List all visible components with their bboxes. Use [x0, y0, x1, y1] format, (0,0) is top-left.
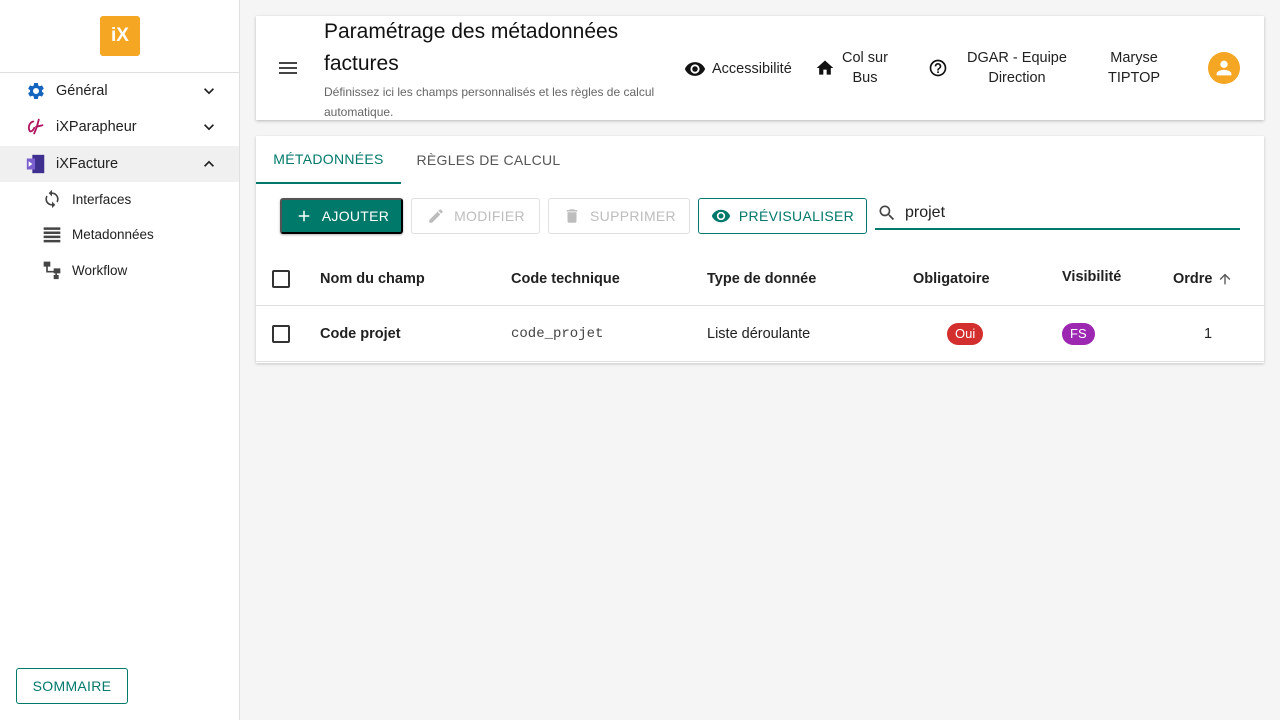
metadata-panel: MÉTADONNÉES RÈGLES DE CALCUL AJOUTER MOD…	[256, 136, 1264, 363]
accessibility-label: Accessibilité	[712, 61, 792, 77]
delete-button[interactable]: SUPPRIMER	[548, 198, 690, 234]
sync-icon	[40, 187, 64, 211]
help-icon	[927, 57, 949, 79]
trash-icon	[562, 206, 582, 226]
list-icon	[40, 222, 64, 246]
chevron-down-icon	[204, 88, 214, 95]
column-header-order[interactable]: Ordre	[1173, 252, 1233, 305]
logo-text: iX	[111, 25, 129, 46]
help-label: DGAR - Equipe Direction	[967, 48, 1067, 88]
cell-type: Liste déroulante	[707, 325, 811, 342]
sidebar-subitem-metadonnees[interactable]: Metadonnées	[0, 217, 239, 251]
column-header-visibility[interactable]: Visibilité	[1062, 250, 1121, 303]
plus-icon	[294, 206, 314, 226]
sidebar: iX Général iXParapheur iXFacture Interfa…	[0, 0, 240, 720]
tab-regles-de-calcul[interactable]: RÈGLES DE CALCUL	[401, 136, 576, 184]
column-header-code[interactable]: Code technique	[511, 252, 620, 305]
delete-button-label: SUPPRIMER	[590, 208, 676, 224]
sidebar-item-ixparapheur[interactable]: iXParapheur	[0, 109, 239, 145]
arrow-up-icon	[1219, 273, 1230, 284]
help-label-line2: Direction	[988, 70, 1046, 86]
edit-button[interactable]: MODIFIER	[411, 198, 540, 234]
sidebar-item-label: iXFacture	[56, 156, 119, 172]
select-all-checkbox[interactable]	[272, 269, 290, 288]
table-row[interactable]: Code projet code_projet Liste déroulante…	[256, 306, 1264, 362]
row-select-cell	[272, 306, 290, 361]
page-title: Paramétrage des métadonnées factures	[324, 20, 619, 75]
search-icon	[879, 205, 895, 221]
sidebar-subitem-label: Workflow	[72, 262, 128, 278]
required-badge: Oui	[947, 322, 984, 345]
gear-icon	[24, 79, 48, 103]
sidebar-item-label: Général	[56, 83, 108, 99]
menu-icon[interactable]	[276, 56, 300, 80]
cell-code: code_projet	[511, 325, 604, 342]
chevron-up-icon	[204, 160, 214, 167]
home-button[interactable]: Col sur Bus	[814, 48, 888, 88]
sidebar-item-general[interactable]: Général	[0, 73, 239, 109]
sommaire-button[interactable]: SOMMAIRE	[16, 668, 128, 704]
workflow-icon	[40, 258, 64, 282]
sidebar-item-ixfacture[interactable]: iXFacture	[0, 146, 239, 182]
cell-visibility: FS	[1062, 306, 1095, 361]
column-header-required[interactable]: Obligatoire	[913, 252, 990, 305]
preview-button-label: PRÉVISUALISER	[738, 208, 855, 224]
user-name[interactable]: Maryse TIPTOP	[1108, 48, 1160, 88]
chevron-down-icon	[204, 124, 214, 131]
table-header: Nom du champ Code technique Type de donn…	[256, 252, 1264, 306]
row-checkbox[interactable]	[272, 324, 290, 343]
home-label-line2: Bus	[852, 70, 878, 86]
sidebar-item-label: iXParapheur	[56, 119, 137, 135]
add-button[interactable]: AJOUTER	[280, 198, 403, 234]
cell-order: 1	[1204, 325, 1213, 342]
cell-name: Code projet	[320, 325, 401, 342]
search-field	[875, 198, 1240, 230]
page-header: Paramétrage des métadonnées factures Déf…	[256, 16, 1264, 120]
column-header-type[interactable]: Type de donnée	[707, 252, 816, 305]
help-label-line1: DGAR - Equipe	[967, 50, 1067, 66]
user-label-line2: TIPTOP	[1108, 70, 1161, 86]
sidebar-subitem-label: Interfaces	[72, 191, 132, 207]
search-input[interactable]	[905, 204, 1225, 222]
visibility-badge: FS	[1062, 322, 1095, 345]
user-label: Maryse TIPTOP	[1108, 48, 1160, 88]
user-icon	[1216, 60, 1232, 76]
column-header-order-label: Ordre	[1173, 270, 1213, 287]
preview-button[interactable]: PRÉVISUALISER	[698, 198, 867, 234]
invoice-icon	[24, 152, 48, 176]
avatar[interactable]	[1208, 52, 1240, 84]
eye-icon	[684, 58, 706, 80]
signature-icon	[24, 115, 48, 139]
sidebar-subitem-interfaces[interactable]: Interfaces	[0, 182, 239, 216]
help-button[interactable]: DGAR - Equipe Direction	[927, 48, 1067, 88]
tab-metadonnees[interactable]: MÉTADONNÉES	[256, 136, 401, 184]
home-label: Col sur Bus	[842, 48, 888, 88]
home-icon	[814, 57, 836, 79]
user-label-line1: Maryse	[1110, 50, 1158, 66]
edit-button-label: MODIFIER	[454, 208, 525, 224]
pencil-icon	[426, 206, 446, 226]
sidebar-subitem-workflow[interactable]: Workflow	[0, 253, 239, 287]
accessibility-button[interactable]: Accessibilité	[684, 58, 792, 80]
page-subtitle: Définissez ici les champs personnalisés …	[324, 85, 655, 119]
select-all-cell	[272, 252, 290, 305]
column-header-name[interactable]: Nom du champ	[320, 252, 425, 305]
app-logo[interactable]: iX	[100, 16, 140, 56]
home-label-line1: Col sur	[842, 50, 888, 66]
sidebar-subitem-label: Metadonnées	[72, 226, 154, 242]
add-button-label: AJOUTER	[321, 208, 390, 224]
cell-required: Oui	[947, 306, 984, 361]
eye-icon	[711, 206, 731, 226]
